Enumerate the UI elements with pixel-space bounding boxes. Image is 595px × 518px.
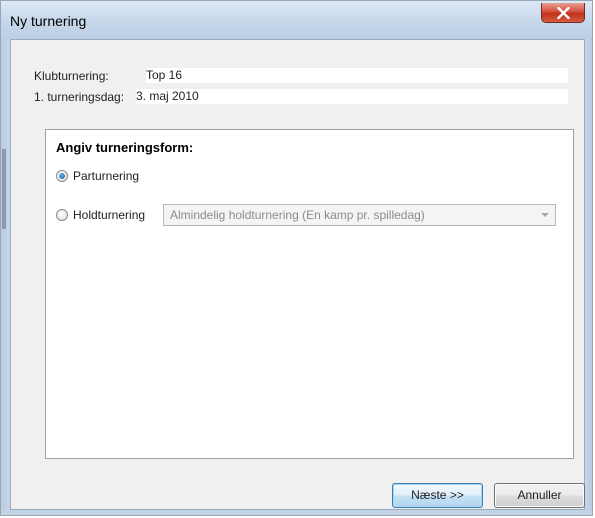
radio-team-label: Holdturnering xyxy=(73,208,146,222)
club-tournament-label: Klubturnering: xyxy=(34,69,109,83)
close-button[interactable] xyxy=(541,3,585,23)
next-button[interactable]: Næste >> xyxy=(392,483,483,508)
window-title: Ny turnering xyxy=(10,13,87,29)
club-tournament-value: Top 16 xyxy=(146,68,568,83)
dialog-window: Ny turnering Klubturnering: Top 16 1. tu… xyxy=(0,0,593,516)
close-icon xyxy=(557,7,570,19)
window-frame-right xyxy=(585,39,592,515)
frame-shadow xyxy=(2,149,6,229)
radio-option-pair[interactable]: Parturnering xyxy=(56,168,139,184)
first-day-label: 1. turneringsdag: xyxy=(34,90,125,104)
group-title: Angiv turneringsform: xyxy=(56,140,194,155)
radio-pair-label: Parturnering xyxy=(73,169,140,183)
radio-pair[interactable] xyxy=(56,170,68,182)
window-frame-left xyxy=(1,39,10,515)
chevron-down-icon[interactable] xyxy=(541,213,549,217)
title-bar[interactable]: Ny turnering xyxy=(1,1,592,39)
team-type-selected: Almindelig holdturnering (En kamp pr. sp… xyxy=(170,208,425,222)
first-day-value: 3. maj 2010 xyxy=(136,89,568,104)
team-type-select[interactable]: Almindelig holdturnering (En kamp pr. sp… xyxy=(163,204,556,226)
window-frame-bottom xyxy=(1,510,592,515)
radio-team[interactable] xyxy=(56,209,68,221)
cancel-button[interactable]: Annuller xyxy=(494,483,585,508)
dialog-body: Klubturnering: Top 16 1. turneringsdag: … xyxy=(10,39,585,510)
radio-option-team[interactable]: Holdturnering xyxy=(56,207,145,223)
tournament-form-group: Angiv turneringsform: Parturnering Holdt… xyxy=(45,129,574,459)
